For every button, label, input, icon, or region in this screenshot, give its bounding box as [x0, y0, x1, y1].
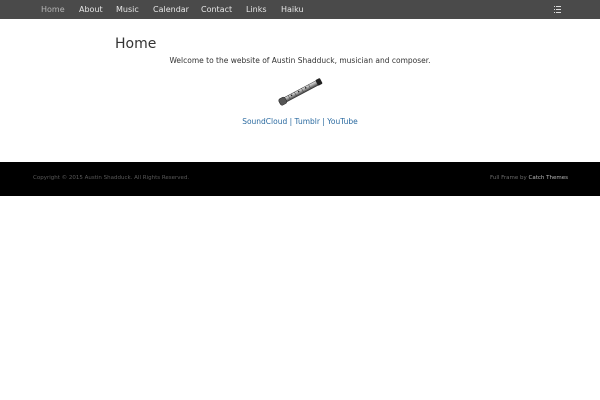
top-navigation-bar: Home About Music Calendar Contact Links …	[0, 0, 600, 19]
credit-prefix: Full Frame by	[489, 175, 527, 181]
nav-item-home[interactable]: Home	[41, 0, 65, 19]
menu-icon[interactable]	[554, 6, 561, 13]
soundcloud-link[interactable]: SoundCloud	[242, 117, 287, 126]
catch-themes-link[interactable]: Catch Themes	[529, 175, 568, 181]
shakuhachi-flute-image	[278, 78, 323, 106]
nav-item-calendar[interactable]: Calendar	[153, 0, 189, 19]
page-title: Home	[115, 36, 157, 52]
theme-credit: Full Frame by Catch Themes	[490, 174, 568, 182]
nav-item-haiku[interactable]: Haiku	[281, 0, 304, 19]
tumblr-link[interactable]: Tumblr	[295, 117, 320, 126]
site-footer: Copyright © 2015 Austin Shadduck. All Ri…	[0, 162, 600, 196]
social-links: SoundCloud | Tumblr | YouTube	[0, 117, 600, 127]
youtube-link[interactable]: YouTube	[327, 117, 358, 126]
nav-item-music[interactable]: Music	[116, 0, 139, 19]
nav-item-contact[interactable]: Contact	[201, 0, 232, 19]
link-separator: |	[289, 117, 293, 126]
nav-item-about[interactable]: About	[79, 0, 103, 19]
copyright-text: Copyright © 2015 Austin Shadduck. All Ri…	[33, 175, 190, 181]
welcome-text: Welcome to the website of Austin Shadduc…	[169, 56, 431, 65]
link-separator: |	[322, 117, 325, 126]
nav-item-links[interactable]: Links	[246, 0, 267, 19]
